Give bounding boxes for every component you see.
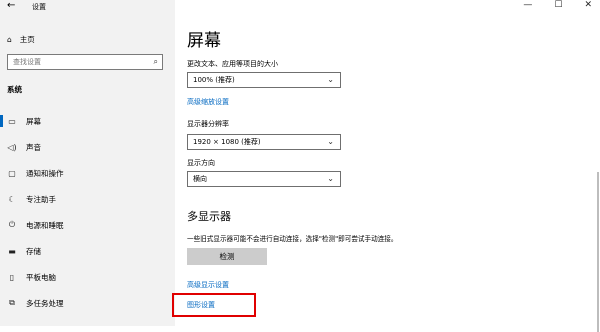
storage-icon: ▬ xyxy=(8,246,16,256)
multi-display-heading: 多显示器 xyxy=(187,210,231,223)
multitask-icon: ⧉ xyxy=(9,298,15,307)
speaker-icon: ◁) xyxy=(7,142,17,152)
scale-label: 更改文本、应用等项目的大小 xyxy=(187,60,278,68)
detect-button[interactable]: 检测 xyxy=(187,248,267,265)
scale-dropdown[interactable]: 100% (推荐) ⌄ xyxy=(187,72,341,88)
chevron-down-icon: ⌄ xyxy=(327,137,334,146)
sidebar-item-storage[interactable]: ▬ 存储 xyxy=(0,238,175,264)
sidebar-item-label: 声音 xyxy=(26,142,41,152)
resolution-value: 1920 × 1080 (推荐) xyxy=(193,138,261,146)
orientation-value: 横向 xyxy=(193,175,207,183)
sidebar-item-multitasking[interactable]: ⧉ 多任务处理 xyxy=(0,290,175,316)
chevron-down-icon: ⌄ xyxy=(327,75,334,84)
home-label: 主页 xyxy=(19,35,35,44)
orientation-dropdown[interactable]: 横向 ⌄ xyxy=(187,171,341,187)
sidebar-item-display[interactable]: ▭ 屏幕 xyxy=(0,108,175,134)
highlight-box xyxy=(172,293,256,317)
scrollbar[interactable] xyxy=(594,12,600,332)
page-title: 屏幕 xyxy=(187,31,221,51)
sidebar-item-label: 屏幕 xyxy=(26,116,41,126)
app-title: 设置 xyxy=(32,3,46,11)
orientation-label: 显示方向 xyxy=(187,159,215,167)
search-input[interactable] xyxy=(13,58,143,66)
home-icon: ⌂ xyxy=(7,35,12,44)
multi-display-description: 一些旧式显示器可能不会进行自动连接，选择"检测"即可尝试手动连接。 xyxy=(187,235,398,243)
main-content: — ☐ ✕ 屏幕 更改文本、应用等项目的大小 100% (推荐) ⌄ 高级缩放设… xyxy=(175,0,600,332)
notification-icon: ▢ xyxy=(8,168,16,178)
sidebar-item-label: 通知和操作 xyxy=(26,168,64,178)
close-icon[interactable]: ✕ xyxy=(584,0,592,10)
monitor-icon: ▭ xyxy=(8,116,16,126)
title-bar: ← 设置 xyxy=(0,0,175,12)
chevron-down-icon: ⌄ xyxy=(327,174,334,183)
advanced-display-link[interactable]: 高级显示设置 xyxy=(187,280,229,290)
sidebar-item-sound[interactable]: ◁) 声音 xyxy=(0,134,175,160)
window-controls: — ☐ ✕ xyxy=(523,0,592,10)
sidebar-item-tablet[interactable]: ▯ 平板电脑 xyxy=(0,264,175,290)
sidebar-nav: ▭ 屏幕 ◁) 声音 ▢ 通知和操作 ☾ 专注助手 ⏻ 电源和睡眠 ▬ 存储 ▯… xyxy=(0,108,175,316)
sidebar-item-label: 专注助手 xyxy=(26,194,56,204)
sidebar-item-label: 平板电脑 xyxy=(26,272,56,282)
section-title: 系统 xyxy=(7,85,22,94)
tablet-icon: ▯ xyxy=(9,272,15,282)
resolution-label: 显示器分辨率 xyxy=(187,120,229,128)
sidebar-item-focus-assist[interactable]: ☾ 专注助手 xyxy=(0,186,175,212)
sidebar-item-power[interactable]: ⏻ 电源和睡眠 xyxy=(0,212,175,238)
sidebar-item-label: 电源和睡眠 xyxy=(26,220,64,230)
resolution-dropdown[interactable]: 1920 × 1080 (推荐) ⌄ xyxy=(187,134,341,150)
sidebar-item-label: 多任务处理 xyxy=(26,298,64,308)
minimize-icon[interactable]: — xyxy=(523,0,532,10)
scrollbar-thumb[interactable] xyxy=(597,172,599,332)
power-icon: ⏻ xyxy=(8,220,16,229)
back-arrow-icon[interactable]: ← xyxy=(7,0,15,11)
search-icon[interactable]: ⌕ xyxy=(154,57,158,67)
moon-icon: ☾ xyxy=(8,194,16,204)
sidebar: ← 设置 ⌂ 主页 ⌕ 系统 ▭ 屏幕 ◁) 声音 ▢ 通知和操作 ☾ 专注助手… xyxy=(0,0,175,326)
scale-value: 100% (推荐) xyxy=(193,76,235,84)
sidebar-item-notifications[interactable]: ▢ 通知和操作 xyxy=(0,160,175,186)
advanced-scaling-link[interactable]: 高级缩放设置 xyxy=(187,97,229,107)
maximize-icon[interactable]: ☐ xyxy=(554,0,562,10)
home-link[interactable]: ⌂ 主页 xyxy=(7,34,35,45)
sidebar-item-label: 存储 xyxy=(26,246,41,256)
search-box[interactable]: ⌕ xyxy=(7,54,163,70)
